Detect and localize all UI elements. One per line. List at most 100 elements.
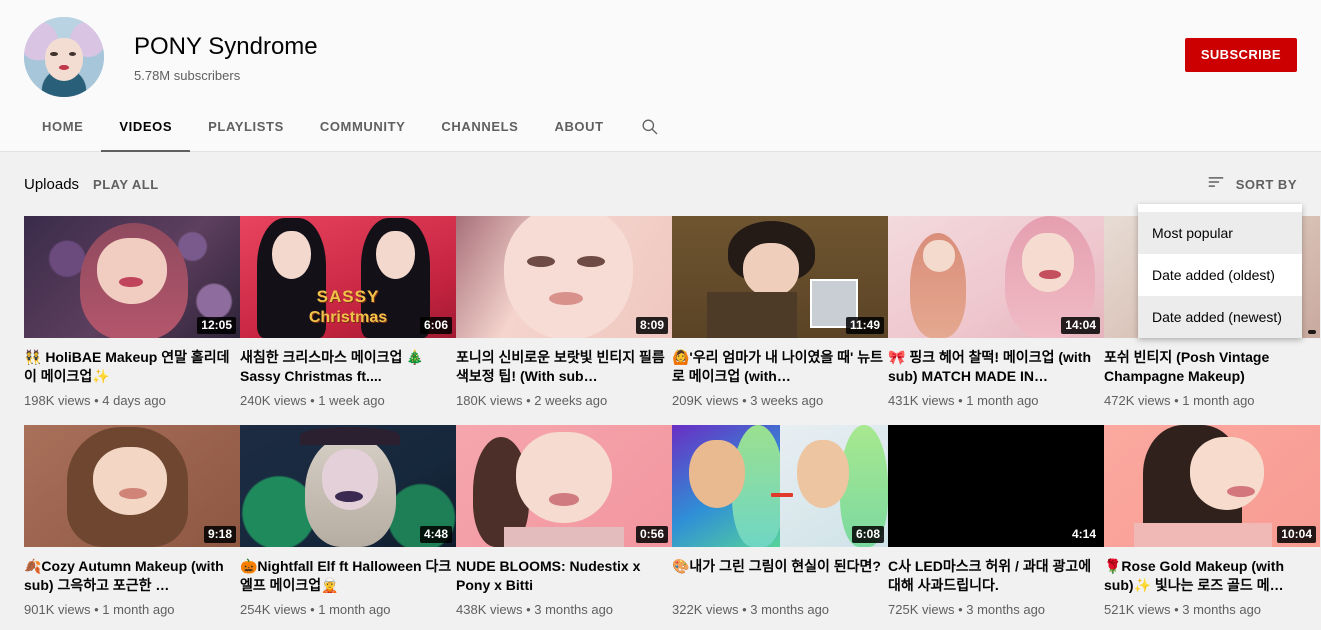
thumb-lips xyxy=(335,490,364,502)
tab-about[interactable]: ABOUT xyxy=(536,100,621,152)
play-all-button[interactable]: PLAY ALL xyxy=(93,177,159,192)
video-card: SASSY Christmas 6:06 새침한 크리스마스 메이크업 🎄Sas… xyxy=(240,216,456,410)
thumb-face xyxy=(1190,437,1264,511)
video-meta: 209K views • 3 weeks ago xyxy=(672,393,824,408)
thumb-clothing xyxy=(1134,522,1273,547)
thumb-lips xyxy=(548,291,584,306)
thumb-lips xyxy=(119,277,143,287)
search-icon[interactable] xyxy=(622,100,677,152)
video-grid-row-2: 9:18 🍂Cozy Autumn Makeup (with sub) 그윽하고… xyxy=(24,425,1320,619)
video-duration: 0:56 xyxy=(635,526,668,543)
thumb-face xyxy=(743,242,800,297)
video-duration: 6:08 xyxy=(851,526,884,543)
video-thumbnail[interactable]: 11:49 xyxy=(672,216,888,338)
tab-videos[interactable]: VIDEOS xyxy=(101,100,190,152)
thumb-overlay-text-1: SASSY xyxy=(316,286,380,306)
video-thumbnail[interactable]: 12:05 xyxy=(24,216,240,338)
sort-option-most-popular[interactable]: Most popular xyxy=(1138,212,1302,254)
thumb-face-left xyxy=(689,439,746,508)
thumb-jacket xyxy=(706,291,798,338)
video-meta: 254K views • 1 month ago xyxy=(240,602,391,617)
video-thumbnail[interactable]: 8:09 xyxy=(456,216,672,338)
shelf-bar: Uploads PLAY ALL SORT BY Most popular Da… xyxy=(24,152,1302,338)
video-thumbnail[interactable]: 0:56 xyxy=(456,425,672,547)
sort-icon xyxy=(1206,172,1226,197)
sort-dropdown-menu[interactable]: Most popular Date added (oldest) Date ad… xyxy=(1138,204,1302,338)
video-card: 12:05 👯 HoliBAE Makeup 연말 홀리데이 메이크업✨ 198… xyxy=(24,216,240,410)
video-title[interactable]: 🍂Cozy Autumn Makeup (with sub) 그윽하고 포근한 … xyxy=(24,557,240,595)
video-duration: 11:49 xyxy=(845,317,884,334)
video-duration: 9:18 xyxy=(203,526,236,543)
tab-home[interactable]: HOME xyxy=(24,100,101,152)
video-duration: 4:48 xyxy=(419,526,452,543)
video-thumbnail[interactable]: 4:48 xyxy=(240,425,456,547)
video-card: 8:09 포니의 신비로운 보랏빛 빈티지 필름 색보정 팁! (With su… xyxy=(456,216,672,410)
video-title[interactable]: 🎀 핑크 헤어 찰떡! 메이크업 (with sub) MATCH MADE I… xyxy=(888,348,1104,386)
video-grid-row-1: 12:05 👯 HoliBAE Makeup 연말 홀리데이 메이크업✨ 198… xyxy=(24,216,1320,410)
video-title[interactable]: 포니의 신비로운 보랏빛 빈티지 필름 색보정 팁! (With sub… xyxy=(456,348,672,386)
video-duration: 14:04 xyxy=(1061,317,1100,334)
video-card: 10:04 🌹Rose Gold Makeup (with sub)✨ 빛나는 … xyxy=(1104,425,1320,619)
thumb-crown xyxy=(300,427,400,445)
video-title[interactable]: 새침한 크리스마스 메이크업 🎄Sassy Christmas ft.... xyxy=(240,348,456,386)
channel-header: PONY Syndrome 5.78M subscribers SUBSCRIB… xyxy=(0,0,1321,152)
tab-community[interactable]: COMMUNITY xyxy=(302,100,424,152)
thumb-face xyxy=(503,216,634,338)
thumb-face xyxy=(97,237,167,304)
thumb-arrow-icon xyxy=(771,493,793,497)
video-duration: 4:14 xyxy=(1067,526,1100,543)
thumb-face-right xyxy=(1021,233,1074,292)
tab-channels[interactable]: CHANNELS xyxy=(423,100,536,152)
subscriber-count: 5.78M subscribers xyxy=(134,67,241,83)
video-card: 9:18 🍂Cozy Autumn Makeup (with sub) 그윽하고… xyxy=(24,425,240,619)
video-thumbnail[interactable]: 6:08 xyxy=(672,425,888,547)
video-title[interactable]: C사 LED마스크 허위 / 과대 광고에 대해 사과드립니다. xyxy=(888,557,1104,595)
video-duration: 8:09 xyxy=(635,317,668,334)
video-meta: 521K views • 3 months ago xyxy=(1104,602,1262,617)
video-meta: 180K views • 2 weeks ago xyxy=(456,393,608,408)
tab-playlists[interactable]: PLAYLISTS xyxy=(190,100,302,152)
videos-content: Uploads PLAY ALL SORT BY Most popular Da… xyxy=(0,152,1321,630)
video-title[interactable]: 🎃Nightfall Elf ft Halloween 다크 엘프 메이크업🧝 xyxy=(240,557,456,595)
video-thumbnail[interactable]: 14:04 xyxy=(888,216,1104,338)
video-title[interactable]: 🎨내가 그린 그림이 현실이 된다면? xyxy=(672,557,888,595)
video-meta: 322K views • 3 months ago xyxy=(672,602,830,617)
video-thumbnail[interactable]: SASSY Christmas 6:06 xyxy=(240,216,456,338)
video-thumbnail[interactable]: 9:18 xyxy=(24,425,240,547)
avatar-face xyxy=(44,37,84,81)
video-meta: 472K views • 1 month ago xyxy=(1104,393,1255,408)
sort-by-button[interactable]: SORT BY xyxy=(1206,172,1297,197)
video-title[interactable]: NUDE BLOOMS: Nudestix x Pony x Bitti xyxy=(456,557,672,595)
channel-name: PONY Syndrome xyxy=(134,32,318,60)
avatar[interactable] xyxy=(24,17,104,97)
thumb-lips xyxy=(1227,486,1256,497)
thumb-lips xyxy=(548,493,580,506)
video-title[interactable]: 🙆'우리 엄마가 내 나이였을 때' 뉴트로 메이크업 (with… xyxy=(672,348,888,386)
thumb-face-right xyxy=(376,230,415,280)
video-card: 0:56 NUDE BLOOMS: Nudestix x Pony x Bitt… xyxy=(456,425,672,619)
video-meta: 198K views • 4 days ago xyxy=(24,393,166,408)
video-thumbnail[interactable]: 10:04 xyxy=(1104,425,1320,547)
video-title[interactable]: 포쉬 빈티지 (Posh Vintage Champagne Makeup) xyxy=(1104,348,1320,386)
video-meta: 901K views • 1 month ago xyxy=(24,602,175,617)
video-card: 4:14 C사 LED마스크 허위 / 과대 광고에 대해 사과드립니다. 72… xyxy=(888,425,1104,619)
video-card: 11:49 🙆'우리 엄마가 내 나이였을 때' 뉴트로 메이크업 (with…… xyxy=(672,216,888,410)
thumb-face-left xyxy=(922,240,955,273)
video-title[interactable]: 🌹Rose Gold Makeup (with sub)✨ 빛나는 로즈 골드 … xyxy=(1104,557,1320,595)
video-meta: 725K views • 3 months ago xyxy=(888,602,1046,617)
thumb-clothing xyxy=(503,527,625,547)
subscribe-button[interactable]: SUBSCRIBE xyxy=(1184,38,1297,72)
video-duration: 10:04 xyxy=(1277,526,1316,543)
sort-option-date-newest[interactable]: Date added (newest) xyxy=(1138,296,1302,338)
channel-tabs: HOME VIDEOS PLAYLISTS COMMUNITY CHANNELS… xyxy=(0,100,1321,152)
video-card: 4:48 🎃Nightfall Elf ft Halloween 다크 엘프 메… xyxy=(240,425,456,619)
sort-option-date-oldest[interactable]: Date added (oldest) xyxy=(1138,254,1302,296)
video-thumbnail[interactable]: 4:14 xyxy=(888,425,1104,547)
avatar-eye-left xyxy=(50,52,58,57)
thumb-face-right xyxy=(797,439,850,508)
thumb-face xyxy=(93,446,167,516)
video-title[interactable]: 👯 HoliBAE Makeup 연말 홀리데이 메이크업✨ xyxy=(24,348,240,386)
video-duration: 6:06 xyxy=(419,317,452,334)
shelf-title: Uploads xyxy=(24,175,80,193)
video-duration xyxy=(1308,330,1316,334)
